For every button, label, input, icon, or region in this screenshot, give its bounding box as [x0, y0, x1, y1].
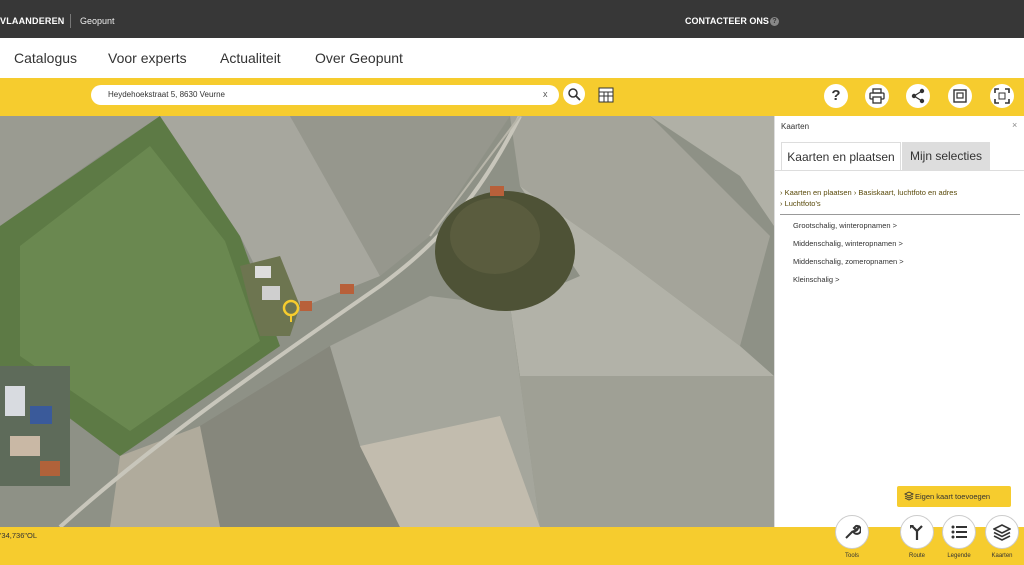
contact-link[interactable]: CONTACTEER ONS [685, 16, 769, 26]
panel-divider [775, 170, 1024, 171]
expand-icon [994, 88, 1010, 104]
panel-close-icon[interactable]: × [1012, 120, 1017, 130]
list-item-middenschalig-winter[interactable]: Middenschalig, winteropnamen > [793, 239, 903, 248]
expand-button[interactable] [990, 84, 1014, 108]
legend-label: Legende [947, 553, 971, 559]
aerial-map-image [0, 116, 774, 527]
main-nav: Catalogus Voor experts Actualiteit Over … [0, 38, 1024, 78]
list-item-grootschalig-winter[interactable]: Grootschalig, winteropnamen > [793, 221, 897, 230]
list-item-middenschalig-zomer[interactable]: Middenschalig, zomeropnamen > [793, 257, 904, 266]
list-item-kleinschalig[interactable]: Kleinschalig > [793, 275, 840, 284]
nav-item-actualiteit[interactable]: Actualiteit [220, 50, 281, 66]
nav-item-over-geopunt[interactable]: Over Geopunt [315, 50, 403, 66]
brand-divider [70, 14, 71, 28]
add-own-map-label: Eigen kaart toevoegen [915, 492, 991, 501]
breadcrumb-item-basiskaart[interactable]: Basiskaart, luchtfoto en adres [858, 188, 957, 197]
breadcrumb-item-luchtfotos: Luchtfoto's [784, 199, 821, 208]
bottom-toolbar [0, 527, 1024, 565]
tools-label: Tools [844, 553, 859, 559]
nav-item-catalogus[interactable]: Catalogus [14, 50, 77, 66]
tools-button[interactable] [835, 515, 869, 549]
search-clear-button[interactable]: x [543, 89, 548, 99]
breadcrumb-separator-icon: › [780, 188, 783, 197]
add-own-map-button[interactable]: Eigen kaart toevoegen [897, 486, 1011, 507]
route-label: Route [908, 553, 925, 559]
map-view[interactable] [0, 116, 774, 527]
portal-label[interactable]: Geopunt [80, 16, 115, 26]
legend-button[interactable] [942, 515, 976, 549]
maps-button[interactable] [985, 515, 1019, 549]
route-icon [910, 525, 923, 540]
help-icon: ? [831, 87, 841, 104]
list-icon [951, 525, 967, 539]
share-button[interactable] [906, 84, 930, 108]
top-header: VLAANDEREN Geopunt CONTACTEER ONS ? [0, 0, 1024, 38]
frame-button[interactable] [948, 84, 972, 108]
layers-icon [993, 524, 1011, 541]
route-button[interactable] [900, 515, 934, 549]
brand-label[interactable]: VLAANDEREN [0, 16, 65, 26]
breadcrumb-separator-icon: › [853, 188, 857, 197]
breadcrumb-item-kaarten[interactable]: Kaarten en plaatsen [785, 188, 852, 197]
breadcrumb-separator-icon: › [780, 199, 783, 208]
breadcrumb-divider [780, 214, 1020, 215]
tab-mijn-selecties[interactable]: Mijn selecties [902, 142, 990, 170]
search-input-value: Heydehoekstraat 5, 8630 Veurne [108, 90, 225, 99]
panel-title: Kaarten [781, 122, 810, 131]
print-icon [869, 88, 885, 104]
maps-label: Kaarten [991, 553, 1013, 559]
share-icon [911, 88, 925, 104]
print-button[interactable] [865, 84, 889, 108]
coordinate-readout: '34,736"OL [0, 531, 38, 540]
breadcrumb: › Kaarten en plaatsen › Basiskaart, luch… [780, 187, 1020, 209]
search-zoom-icon [568, 88, 581, 101]
search-zoom-button[interactable] [563, 83, 585, 105]
maps-panel: Kaarten × Kaarten en plaatsen Mijn selec… [774, 116, 1024, 527]
add-layer-icon [904, 491, 914, 501]
nav-item-voor-experts[interactable]: Voor experts [108, 50, 187, 66]
help-button[interactable]: ? [824, 84, 848, 108]
wrench-icon [845, 524, 861, 539]
fullscreen-frame-icon [953, 89, 967, 103]
grid-button[interactable] [594, 83, 616, 105]
contact-help-icon[interactable]: ? [770, 17, 779, 26]
tab-kaarten-en-plaatsen[interactable]: Kaarten en plaatsen [781, 142, 901, 171]
grid-icon [598, 87, 614, 103]
